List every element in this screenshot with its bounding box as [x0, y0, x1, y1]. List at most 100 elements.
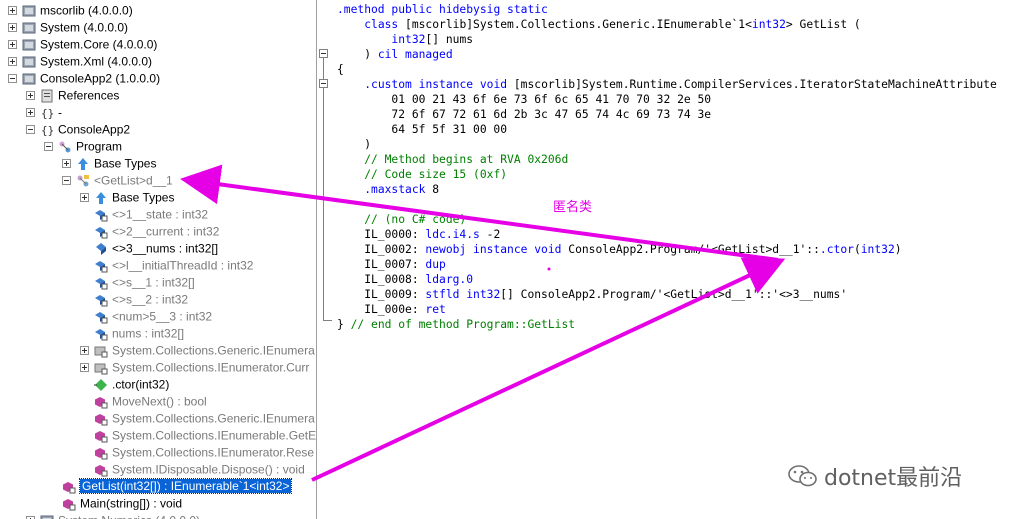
code-token: -2	[486, 228, 501, 241]
tree-node-label: System.Core (4.0.0.0)	[40, 37, 158, 52]
tree-node[interactable]: <num>5__3 : int32	[94, 308, 212, 325]
code-line: } // end of method Program::GetList	[337, 317, 575, 332]
code-token: 01 00 21 43 6f 6e 73 6f 6c 65 41 70 70 3…	[337, 93, 712, 106]
property-icon	[94, 344, 108, 358]
tree-node[interactable]: ConsoleApp2 (1.0.0.0)	[8, 70, 160, 87]
assembly-tree[interactable]: mscorlib (4.0.0.0) System (4.0.0.0) System…	[0, 0, 317, 519]
tree-node-label: Base Types	[112, 190, 175, 205]
tree-node[interactable]: mscorlib (4.0.0.0)	[8, 2, 133, 19]
tree-node[interactable]: <>l__initialThreadId : int32	[94, 257, 253, 274]
code-token: (	[853, 243, 861, 256]
code-line: {	[337, 62, 344, 77]
expand-icon[interactable]	[8, 23, 17, 33]
code-token: int32	[391, 33, 426, 46]
tree-node[interactable]: {} ConsoleApp2	[26, 121, 130, 138]
expand-icon[interactable]	[8, 57, 17, 67]
fold-guide-end	[323, 320, 332, 321]
tree-node[interactable]: System.Collections.IEnumerator.Curr	[80, 359, 309, 376]
tree-node-label: System.Xml (4.0.0.0)	[40, 54, 153, 69]
tree-node[interactable]: GetList(int32[]) : IEnumerable`1<int32>	[62, 478, 293, 495]
tree-node[interactable]: System.Collections.IEnumerable.GetE	[94, 427, 316, 444]
tree-node[interactable]: <>s__2 : int32	[94, 291, 188, 308]
tree-node[interactable]: System.Collections.Generic.IEnumera	[94, 410, 315, 427]
code-line: // Code size 15 (0xf)	[337, 167, 507, 182]
tree-node[interactable]: System.IDisposable.Dispose() : void	[94, 461, 305, 478]
property-icon	[94, 361, 108, 375]
collapse-icon[interactable]	[44, 142, 53, 152]
code-token: int32	[860, 243, 895, 256]
method-icon	[94, 463, 108, 477]
expand-icon[interactable]	[80, 363, 89, 373]
tree-node[interactable]: Main(string[]) : void	[62, 495, 182, 512]
code-token: // Code size 15 (0xf)	[364, 168, 508, 181]
tree-node[interactable]: .ctor(int32)	[94, 376, 169, 393]
tree-node[interactable]: System (4.0.0.0)	[8, 19, 128, 36]
code-line: IL_0002: newobj instance void ConsoleApp…	[337, 242, 901, 257]
tree-node[interactable]: <>s__1 : int32[]	[94, 274, 195, 291]
code-token: IL_0008:	[337, 273, 426, 286]
expand-icon[interactable]	[8, 6, 17, 16]
base-types-icon	[94, 191, 108, 205]
svg-text:{}: {}	[41, 124, 54, 137]
tree-node[interactable]: <>1__state : int32	[94, 206, 208, 223]
code-token: IL_000e:	[337, 303, 426, 316]
collapse-method-icon[interactable]	[319, 49, 328, 58]
tree-node-label: References	[58, 88, 120, 103]
code-token: managed	[405, 48, 453, 61]
expand-icon[interactable]	[62, 159, 71, 169]
tree-node-label: <>3__nums : int32[]	[112, 241, 219, 256]
tree-node[interactable]: nums : int32[]	[94, 325, 184, 342]
expand-icon[interactable]	[8, 40, 17, 50]
code-token: IL_0009:	[337, 288, 426, 301]
code-line: 72 6f 67 72 61 6d 2b 3c 47 65 74 4c 69 7…	[337, 107, 711, 122]
collapse-icon[interactable]	[8, 74, 17, 84]
code-token: .maxstack	[364, 183, 433, 196]
expand-icon[interactable]	[26, 91, 35, 101]
assembly-icon	[40, 514, 54, 519]
tree-node[interactable]: Program	[44, 138, 122, 155]
code-token: .method	[337, 3, 392, 16]
tree-node[interactable]: System.Numerics (4.0.0.0)	[26, 512, 200, 519]
code-line: IL_000e: ret	[337, 302, 446, 317]
tree-node-label: -	[58, 105, 62, 120]
expand-icon[interactable]	[80, 193, 89, 203]
code-token: ret	[425, 303, 446, 316]
tree-node[interactable]: <>2__current : int32	[94, 223, 219, 240]
code-token: public	[391, 3, 440, 16]
tree-node-label: ConsoleApp2	[58, 122, 131, 137]
tree-node-label: .ctor(int32)	[112, 377, 170, 392]
tree-node[interactable]: <GetList>d__1	[62, 172, 173, 189]
tree-node-label: Main(string[]) : void	[80, 496, 183, 511]
svg-text:{}: {}	[41, 107, 54, 120]
tree-node[interactable]: System.Collections.IEnumerator.Rese	[94, 444, 314, 461]
collapse-icon[interactable]	[62, 176, 71, 186]
tree-node[interactable]: MoveNext() : bool	[94, 393, 207, 410]
tree-node[interactable]: Base Types	[62, 155, 156, 172]
code-token: ConsoleApp2.Program/'<GetList>d__1'::	[568, 243, 820, 256]
method-icon	[62, 497, 76, 511]
tree-node[interactable]: System.Core (4.0.0.0)	[8, 36, 157, 53]
tree-node-label: System.Numerics (4.0.0.0)	[58, 513, 200, 519]
tree-node[interactable]: System.Xml (4.0.0.0)	[8, 53, 152, 70]
tree-node[interactable]: References	[26, 87, 119, 104]
expand-icon[interactable]	[26, 108, 35, 118]
assembly-icon	[22, 55, 36, 69]
expand-icon[interactable]	[80, 346, 89, 356]
code-token: // end of method Program::GetList	[350, 318, 576, 331]
collapse-body-icon[interactable]	[319, 79, 328, 88]
tree-node-label: Base Types	[94, 156, 157, 171]
collapse-icon[interactable]	[26, 125, 35, 135]
code-token: )	[337, 138, 372, 151]
code-token: [mscorlib]System.Runtime.CompilerService…	[513, 78, 997, 91]
tree-node[interactable]: {} -	[26, 104, 62, 121]
constructor-icon	[94, 378, 108, 392]
il-code-view[interactable]: .method public hidebysig static class [m…	[317, 0, 1018, 519]
code-token: instance	[418, 78, 480, 91]
tree-node[interactable]: Base Types	[80, 189, 174, 206]
tree-node[interactable]: <>3__nums : int32[]	[94, 240, 218, 257]
code-line: 64 5f 5f 31 00 00	[337, 122, 507, 137]
tree-node[interactable]: System.Collections.Generic.IEnumera	[80, 342, 315, 359]
code-token: [mscorlib]System.Collections.Generic.IEn…	[405, 18, 752, 31]
code-token: dup	[425, 258, 446, 271]
